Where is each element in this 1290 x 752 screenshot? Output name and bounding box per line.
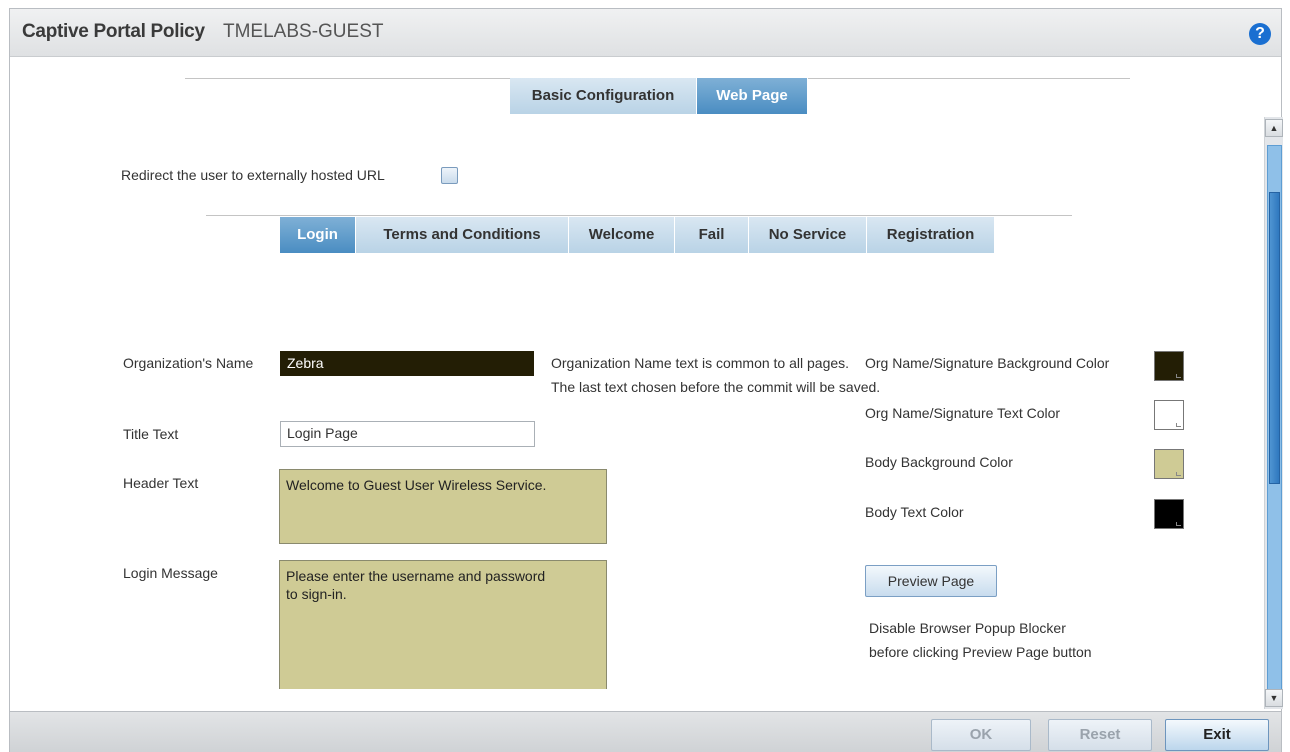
footer-bar: OK Reset Exit (10, 711, 1281, 752)
title-text-label: Title Text (123, 426, 179, 442)
tab-basic-configuration[interactable]: Basic Configuration (510, 78, 697, 114)
org-bg-color-swatch[interactable] (1154, 351, 1184, 381)
policy-name: TMELABS-GUEST (223, 21, 384, 42)
page-tabs-divider (206, 215, 1072, 216)
org-bg-color-label: Org Name/Signature Background Color (865, 355, 1110, 371)
org-name-note-1: Organization Name text is common to all … (551, 355, 850, 371)
reset-button[interactable]: Reset (1048, 719, 1152, 751)
tab-terms-and-conditions[interactable]: Terms and Conditions (356, 217, 569, 253)
body-bg-color-label: Body Background Color (865, 454, 1013, 470)
preview-page-button[interactable]: Preview Page (865, 565, 997, 597)
help-icon[interactable]: ? (1249, 23, 1271, 45)
login-message-label: Login Message (123, 565, 218, 581)
popup-blocker-note-1: Disable Browser Popup Blocker (869, 620, 1066, 636)
tab-login[interactable]: Login (280, 217, 356, 253)
tab-no-service[interactable]: No Service (749, 217, 867, 253)
org-name-note-2: The last text chosen before the commit w… (551, 379, 881, 395)
page-title: Captive Portal Policy (22, 21, 205, 42)
title-text-input[interactable]: Login Page (280, 421, 535, 447)
org-text-color-swatch[interactable] (1154, 400, 1184, 430)
captive-portal-dialog: Captive Portal Policy TMELABS-GUEST ? Ba… (9, 8, 1283, 752)
tab-welcome[interactable]: Welcome (569, 217, 675, 253)
header-text-label: Header Text (123, 475, 199, 491)
org-text-color-label: Org Name/Signature Text Color (865, 405, 1061, 421)
body-bg-color-swatch[interactable] (1154, 449, 1184, 479)
tab-fail[interactable]: Fail (675, 217, 749, 253)
login-message-input[interactable]: Please enter the username and password t… (279, 560, 607, 689)
title-bar: Captive Portal Policy TMELABS-GUEST ? (10, 9, 1281, 57)
content-area: Basic Configuration Web Page Redirect th… (10, 58, 1262, 689)
ok-button[interactable]: OK (931, 719, 1031, 751)
org-name-label: Organization's Name (123, 355, 254, 371)
redirect-label: Redirect the user to externally hosted U… (121, 167, 385, 183)
tab-web-page[interactable]: Web Page (697, 78, 808, 114)
body-text-color-label: Body Text Color (865, 504, 964, 520)
vertical-scrollbar[interactable]: ▲ ▼ (1264, 117, 1283, 709)
exit-button[interactable]: Exit (1165, 719, 1269, 751)
scroll-track[interactable] (1267, 145, 1282, 697)
scroll-down-icon[interactable]: ▼ (1265, 689, 1283, 707)
scroll-up-icon[interactable]: ▲ (1265, 119, 1283, 137)
popup-blocker-note-2: before clicking Preview Page button (869, 644, 1092, 660)
scroll-thumb[interactable] (1269, 192, 1280, 484)
org-name-input[interactable]: Zebra (280, 351, 534, 376)
tab-registration[interactable]: Registration (867, 217, 995, 253)
body-text-color-swatch[interactable] (1154, 499, 1184, 529)
header-text-input[interactable]: Welcome to Guest User Wireless Service. (279, 469, 607, 544)
redirect-checkbox[interactable] (441, 167, 458, 184)
